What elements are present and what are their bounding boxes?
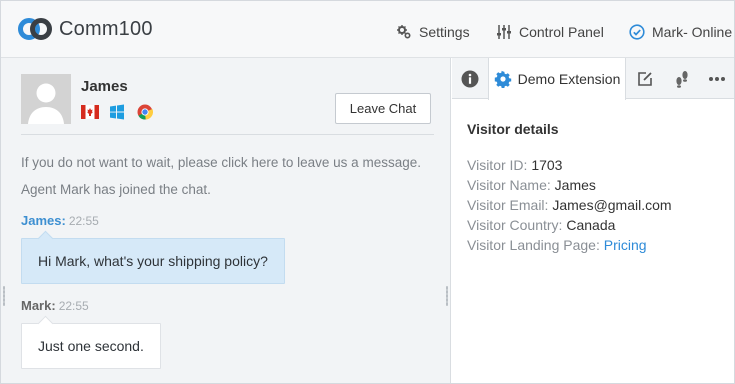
chrome-icon bbox=[137, 104, 155, 120]
message-time: 22:55 bbox=[58, 299, 89, 313]
detail-key: Visitor Email: bbox=[467, 197, 549, 213]
brand-name: Comm100 bbox=[59, 17, 153, 40]
agent-status-label: Mark- Online bbox=[652, 24, 733, 40]
detail-value: 1703 bbox=[531, 157, 563, 173]
sender-name: Mark: bbox=[21, 298, 56, 313]
visitor-info-icons bbox=[81, 104, 155, 120]
footsteps-icon bbox=[676, 70, 688, 88]
control-panel-button[interactable]: Control Panel bbox=[496, 24, 604, 40]
leave-message-link[interactable]: If you do not want to wait, please click… bbox=[21, 155, 421, 170]
side-tab-bar: Demo Extension bbox=[452, 58, 734, 100]
message-sender-visitor: James: 22:55 bbox=[21, 213, 99, 228]
tab-demo-extension[interactable]: Demo Extension bbox=[488, 58, 626, 100]
visitor-details-title: Visitor details bbox=[467, 121, 559, 137]
detail-key: Visitor Name: bbox=[467, 177, 551, 193]
message-text: Hi Mark, what's your shipping policy? bbox=[38, 253, 268, 269]
detail-key: Visitor Landing Page: bbox=[467, 237, 600, 253]
gears-icon bbox=[397, 25, 411, 39]
top-header: Comm100 Settings Control Panel Mark- Onl… bbox=[1, 1, 734, 58]
detail-key: Visitor Country: bbox=[467, 217, 563, 233]
system-message: Agent Mark has joined the chat. bbox=[21, 182, 211, 197]
panel-resize-handle[interactable] bbox=[446, 286, 448, 306]
settings-label: Settings bbox=[419, 24, 470, 40]
visitor-message-bubble: Hi Mark, what's your shipping policy? bbox=[21, 238, 285, 284]
info-icon bbox=[461, 70, 479, 87]
detail-visitor-name: Visitor Name: James bbox=[467, 177, 596, 193]
header-divider bbox=[21, 134, 434, 135]
message-sender-agent: Mark: 22:55 bbox=[21, 298, 89, 313]
detail-visitor-email: Visitor Email: James@gmail.com bbox=[467, 197, 672, 213]
sender-name: James: bbox=[21, 213, 66, 228]
detail-value: Canada bbox=[566, 217, 616, 233]
settings-button[interactable]: Settings bbox=[396, 24, 470, 40]
detail-value: James bbox=[554, 177, 596, 193]
detail-visitor-id: Visitor ID: 1703 bbox=[467, 157, 562, 173]
user-silhouette-icon bbox=[21, 74, 71, 124]
check-circle-icon bbox=[629, 24, 645, 40]
agent-message-bubble: Just one second. bbox=[21, 323, 161, 369]
left-resize-handle[interactable] bbox=[3, 286, 5, 306]
message-time: 22:55 bbox=[68, 214, 99, 228]
brand-logo: Comm100 bbox=[17, 17, 153, 41]
tab-more[interactable] bbox=[700, 58, 734, 99]
tab-navigation-history[interactable] bbox=[664, 58, 700, 99]
sliders-icon bbox=[497, 25, 511, 39]
gear-icon bbox=[494, 70, 511, 88]
control-panel-label: Control Panel bbox=[519, 24, 604, 40]
app-window: Comm100 Settings Control Panel Mark- Onl… bbox=[0, 0, 735, 384]
tab-demo-extension-label: Demo Extension bbox=[517, 71, 621, 87]
detail-visitor-country: Visitor Country: Canada bbox=[467, 217, 615, 233]
message-text: Just one second. bbox=[38, 338, 144, 354]
detail-value: James@gmail.com bbox=[552, 197, 672, 213]
detail-key: Visitor ID: bbox=[467, 157, 528, 173]
chat-panel: James Leave Chat If you do not want to w… bbox=[1, 58, 451, 383]
detail-visitor-landing-page: Visitor Landing Page: Pricing bbox=[467, 237, 647, 253]
visitor-side-panel: Demo Extension Visitor details Visitor I… bbox=[452, 58, 734, 383]
tab-info[interactable] bbox=[452, 58, 488, 99]
visitor-name: James bbox=[81, 78, 128, 95]
landing-page-link[interactable]: Pricing bbox=[604, 237, 647, 253]
agent-status-button[interactable]: Mark- Online bbox=[629, 24, 732, 40]
edit-icon bbox=[638, 71, 652, 86]
leave-chat-button[interactable]: Leave Chat bbox=[335, 93, 431, 124]
windows-icon bbox=[109, 104, 127, 120]
tab-notes[interactable] bbox=[626, 58, 664, 99]
canada-flag-icon bbox=[81, 104, 99, 120]
comm100-logo-icon bbox=[18, 18, 52, 40]
more-icon bbox=[709, 76, 725, 81]
visitor-avatar bbox=[21, 74, 71, 124]
